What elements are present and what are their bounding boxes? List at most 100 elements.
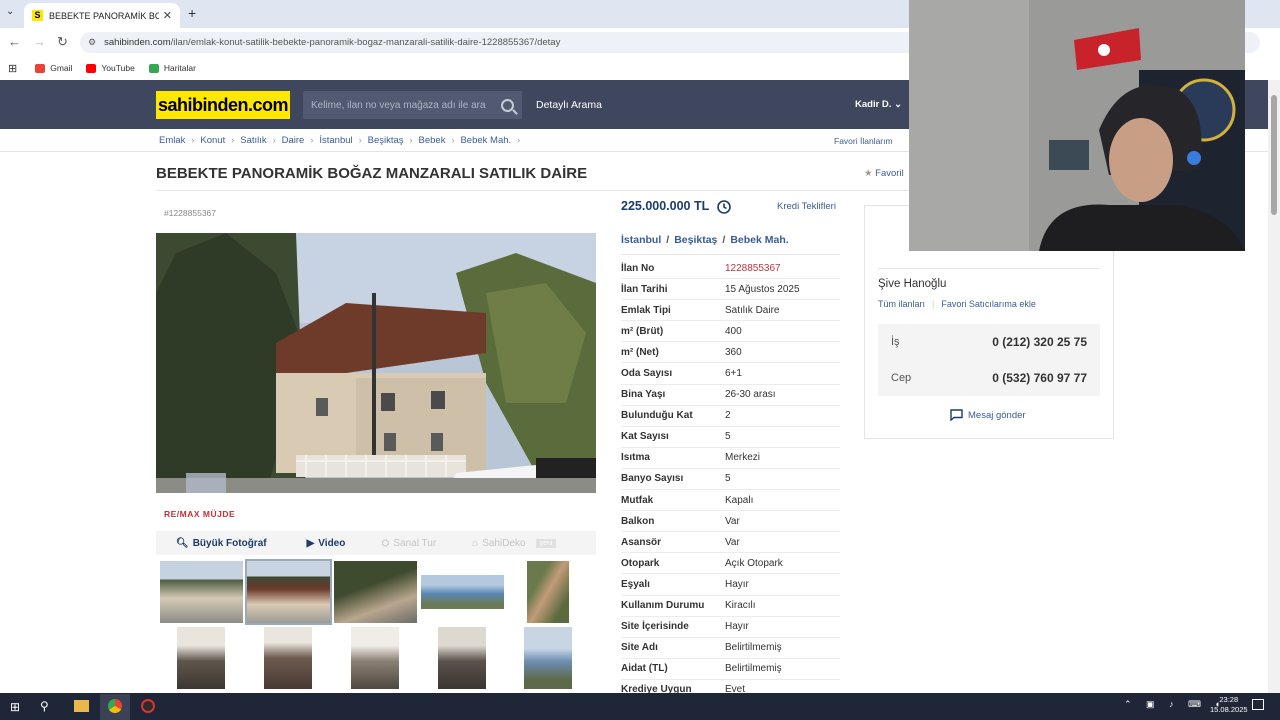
details-row: Eşyalı Hayır (621, 574, 840, 596)
tab-title: BEBEKTE PANORAMİK BOĞAZ M (49, 10, 159, 21)
virtual-tour-button[interactable]: ⛭ Sanal Tur (381, 538, 436, 549)
taskbar (0, 693, 1280, 720)
breadcrumb-item[interactable]: Emlak (159, 135, 185, 146)
favorite-listings-link[interactable]: Favori İlanlarım (834, 136, 893, 146)
main-listing-photo[interactable] (156, 233, 596, 493)
details-row: m² (Net) 360 (621, 342, 840, 364)
thumbnail[interactable] (421, 575, 504, 609)
thumbnail[interactable] (177, 627, 225, 689)
clock[interactable]: 23:28 15.08.2025 (1210, 695, 1248, 715)
sahibinden-favicon-icon: S (32, 10, 43, 21)
browser-tab[interactable]: S BEBEKTE PANORAMİK BOĞAZ M ✕ (24, 3, 180, 28)
details-key: Bina Yaşı (621, 389, 666, 401)
recorder-icon[interactable] (141, 699, 155, 713)
breadcrumb-item[interactable]: İstanbul (319, 135, 352, 146)
details-key: Bulunduğu Kat (621, 410, 693, 422)
details-value: Satılık Daire (725, 304, 780, 316)
breadcrumb-item[interactable]: Beşiktaş (368, 135, 404, 146)
details-key: Oda Sayısı (621, 368, 673, 380)
thumbnail[interactable] (160, 561, 243, 623)
all-listings-link[interactable]: Tüm ilanları (878, 299, 925, 309)
file-explorer-icon[interactable] (74, 700, 89, 712)
details-key: Otopark (621, 557, 660, 569)
video-button[interactable]: ▶ Video (307, 538, 346, 549)
bookmark-maps[interactable]: Haritalar (148, 63, 196, 73)
price-history-icon[interactable] (716, 199, 732, 220)
add-favorite-seller-link[interactable]: Favori Satıcılarıma ekle (941, 299, 1036, 309)
reload-icon[interactable]: ↻ (57, 34, 68, 50)
search-input[interactable]: Kelime, ilan no veya mağaza adı ile ara (303, 91, 522, 119)
breadcrumb-item[interactable]: Konut (200, 135, 225, 146)
mobile-phone[interactable]: 0 (532) 760 97 77 (992, 371, 1087, 385)
agency-logo: RE/MAX MÜJDE (164, 509, 236, 519)
thumbnail[interactable] (527, 561, 569, 623)
details-key: Mutfak (621, 494, 654, 506)
listing-price: 225.000.000 TL (621, 199, 710, 213)
listing-details-table: İlan No 1228855367 İlan Tarihi 15 Ağustos 2… (621, 258, 840, 701)
forward-icon[interactable]: → (33, 34, 46, 49)
chrome-icon[interactable] (108, 699, 122, 713)
webcam-overlay (909, 0, 1245, 251)
details-row: Emlak Tipi Satılık Daire (621, 300, 840, 322)
notifications-icon[interactable] (1252, 699, 1264, 710)
breadcrumb-item[interactable]: Bebek Mah. (460, 135, 511, 146)
detailed-search-link[interactable]: Detaylı Arama (536, 99, 602, 111)
scrollbar-thumb[interactable] (1271, 95, 1277, 215)
apps-grid-icon[interactable]: ⊞ (8, 62, 17, 75)
breadcrumb-item[interactable]: Bebek (419, 135, 446, 146)
new-tab-icon[interactable]: + (188, 5, 196, 21)
sahideko-button[interactable]: ⌂ SahiDeko (472, 538, 525, 549)
windows-start-icon[interactable]: ⊞ (10, 700, 20, 714)
search-icon[interactable] (501, 98, 514, 112)
big-photo-button[interactable]: 🔍︎ Büyük Fotoğraf (176, 538, 267, 549)
listing-number: #1228855367 (164, 208, 217, 218)
thumbnail[interactable] (438, 627, 486, 689)
details-row: Bulunduğu Kat 2 (621, 406, 840, 427)
send-message-button[interactable]: Mesaj gönder (950, 409, 1026, 421)
mobile-phone-row: Cep 0 (532) 760 97 77 (891, 360, 1087, 396)
thumbnail[interactable] (334, 561, 417, 623)
work-phone-label: İş (891, 336, 900, 348)
site-info-icon[interactable]: ⚙ (88, 37, 96, 48)
url-path: /ilan/emlak-konut-satilik-bebekte-panora… (170, 37, 561, 48)
thumbnail[interactable] (524, 627, 572, 689)
user-menu[interactable]: Kadir D. ⌄ (855, 99, 902, 110)
details-key: Banyo Sayısı (621, 473, 684, 485)
details-row: Site Adı Belirtilmemiş (621, 638, 840, 659)
details-row: Oda Sayısı 6+1 (621, 363, 840, 385)
location-neighborhood[interactable]: Bebek Mah. (730, 234, 788, 246)
tab-list-chevron-icon[interactable]: ⌄ (6, 6, 14, 17)
details-row: İlan No 1228855367 (621, 258, 840, 280)
site-logo[interactable]: sahibinden.com (156, 91, 290, 119)
details-row: İlan Tarihi 15 Ağustos 2025 (621, 279, 840, 301)
thumbnail[interactable] (264, 627, 312, 689)
details-key: m² (Net) (621, 346, 659, 358)
loan-offers-link[interactable]: Kredi Teklifleri (777, 201, 836, 212)
back-icon[interactable]: ← (8, 34, 21, 49)
breadcrumb-item[interactable]: Satılık (240, 135, 266, 146)
location-city[interactable]: İstanbul (621, 234, 661, 246)
close-tab-icon[interactable]: ✕ (163, 9, 172, 22)
details-value: 400 (725, 325, 742, 337)
thumbnail-selected[interactable] (245, 559, 332, 625)
details-value: Açık Otopark (725, 557, 783, 569)
details-row: Bina Yaşı 26-30 arası (621, 385, 840, 406)
work-phone[interactable]: 0 (212) 320 25 75 (992, 335, 1087, 349)
message-icon (950, 409, 963, 421)
bookmark-gmail[interactable]: Gmail (35, 63, 72, 73)
details-row: m² (Brüt) 400 (621, 321, 840, 343)
details-value: Merkezi (725, 452, 761, 464)
breadcrumb-item[interactable]: Daire (282, 135, 305, 146)
details-value: 26-30 arası (725, 389, 776, 401)
details-value: Belirtilmemiş (725, 663, 782, 675)
details-row: Site İçerisinde Hayır (621, 617, 840, 638)
add-favorite-link[interactable]: ★ Favoril (864, 168, 904, 179)
location-district[interactable]: Beşiktaş (674, 234, 717, 246)
details-value: Hayır (725, 621, 749, 633)
thumbnail[interactable] (351, 627, 399, 689)
details-row: Banyo Sayısı 5 (621, 469, 840, 491)
maps-icon (148, 63, 159, 73)
taskbar-search-icon[interactable]: ⚲ (40, 699, 49, 713)
bookmark-youtube[interactable]: YouTube (86, 63, 135, 73)
details-key: Isıtma (621, 452, 650, 464)
